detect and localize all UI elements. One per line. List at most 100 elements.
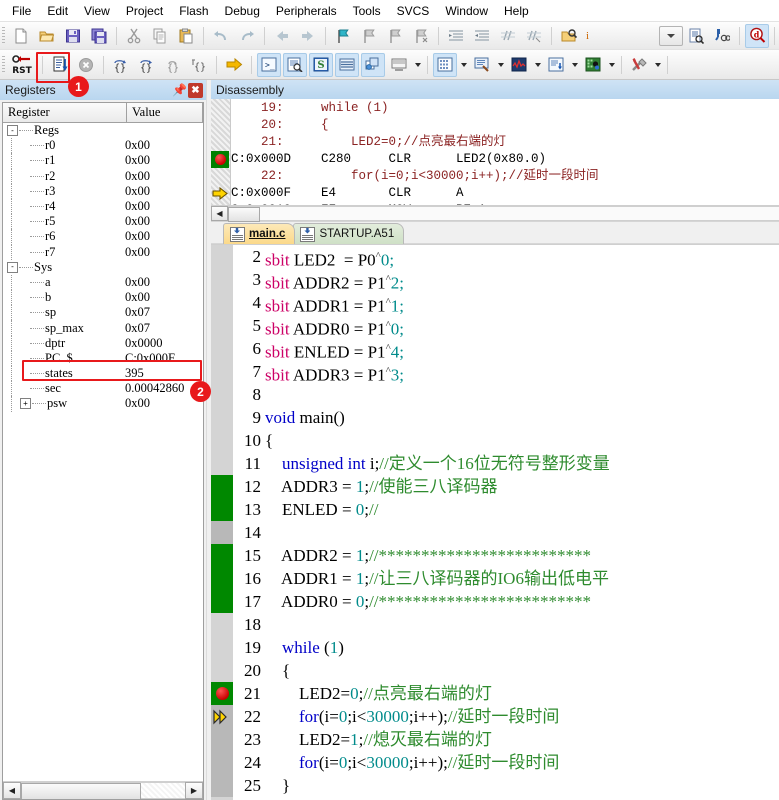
- register-row[interactable]: -Regs: [3, 123, 203, 138]
- pin-icon[interactable]: 📌: [172, 83, 186, 97]
- editor-code-line[interactable]: sbit ENLED = P1^4;: [265, 337, 779, 360]
- disassembly-instruction-line[interactable]: C:0x000D C280 CLR LED2(0x80.0): [231, 151, 779, 168]
- editor-code-area[interactable]: sbit LED2 = P0^0;sbit ADDR2 = P1^2;sbit …: [263, 245, 779, 800]
- system-viewer-dropdown-arrow[interactable]: [606, 54, 617, 76]
- open-file-icon[interactable]: [35, 24, 59, 48]
- toolbox-dropdown-arrow[interactable]: [652, 54, 663, 76]
- column-header-register[interactable]: Register: [3, 103, 127, 122]
- toolbox-button[interactable]: [627, 53, 651, 77]
- editor-code-line[interactable]: while (1): [265, 636, 779, 659]
- register-row[interactable]: r00x00: [3, 138, 203, 153]
- register-row[interactable]: r30x00: [3, 184, 203, 199]
- scroll-left-arrow[interactable]: ◀: [3, 782, 21, 799]
- editor-code-line[interactable]: LED2=0;//点亮最右端的灯: [265, 682, 779, 705]
- menu-item-view[interactable]: View: [76, 2, 118, 20]
- editor-code-line[interactable]: ADDR3 = 1;//使能三八译码器: [265, 475, 779, 498]
- bookmark-next-icon[interactable]: [383, 24, 407, 48]
- watch-windows-dropdown-arrow[interactable]: [412, 54, 423, 76]
- editor-breakpoint-margin[interactable]: [211, 245, 233, 800]
- disassembly-gutter[interactable]: [211, 99, 231, 205]
- menu-item-project[interactable]: Project: [118, 2, 171, 20]
- analysis-windows-button[interactable]: [507, 53, 531, 77]
- serial-windows-button[interactable]: [470, 53, 494, 77]
- editor-code-line[interactable]: unsigned int i;//定义一个16位无符号整形变量: [265, 452, 779, 475]
- indent-icon[interactable]: [444, 24, 468, 48]
- register-row[interactable]: r20x00: [3, 169, 203, 184]
- expand-icon[interactable]: +: [20, 398, 31, 409]
- step-into-button[interactable]: {}: [109, 53, 133, 77]
- editor-code-line[interactable]: {: [265, 659, 779, 682]
- stop-button[interactable]: [74, 53, 98, 77]
- editor-code-line[interactable]: sbit LED2 = P0^0;: [265, 245, 779, 268]
- memory-windows-dropdown-arrow[interactable]: [458, 54, 469, 76]
- copy-icon[interactable]: [148, 24, 172, 48]
- editor-executed-line-marker[interactable]: [211, 475, 233, 498]
- step-over-button[interactable]: {}: [135, 53, 159, 77]
- register-row[interactable]: r60x00: [3, 229, 203, 244]
- editor-code-line[interactable]: sbit ADDR3 = P1^3;: [265, 360, 779, 383]
- save-all-icon[interactable]: [87, 24, 111, 48]
- scroll-thumb[interactable]: [228, 207, 260, 222]
- toolbar-grip[interactable]: [2, 56, 5, 74]
- start-debug-session-icon[interactable]: d: [745, 24, 769, 48]
- editor-code-line-marker[interactable]: [211, 728, 233, 751]
- editor-code-line[interactable]: void main(): [265, 406, 779, 429]
- collapse-icon[interactable]: -: [7, 125, 18, 136]
- call-stack-window-button[interactable]: [361, 53, 385, 77]
- disassembly-source-line[interactable]: 20: {: [231, 117, 779, 134]
- bookmark-prev-icon[interactable]: [357, 24, 381, 48]
- menu-item-window[interactable]: Window: [437, 2, 496, 20]
- disassembly-window-button[interactable]: [283, 53, 307, 77]
- menu-item-peripherals[interactable]: Peripherals: [268, 2, 345, 20]
- bookmark-clear-icon[interactable]: [409, 24, 433, 48]
- register-row[interactable]: r70x00: [3, 245, 203, 260]
- open-include-icon[interactable]: [557, 24, 581, 48]
- register-row[interactable]: a0x00: [3, 275, 203, 290]
- scroll-thumb[interactable]: [21, 783, 141, 800]
- editor-executed-line-marker[interactable]: [211, 590, 233, 613]
- register-row[interactable]: sp_max0x07: [3, 320, 203, 335]
- scroll-track[interactable]: [21, 782, 185, 799]
- editor-code-line[interactable]: sbit ADDR1 = P1^1;: [265, 291, 779, 314]
- editor-executed-line-marker[interactable]: [211, 498, 233, 521]
- editor-code-line[interactable]: for(i=0;i<30000;i++);//延时一段时间: [265, 751, 779, 774]
- menu-item-tools[interactable]: Tools: [345, 2, 389, 20]
- memory-windows-button[interactable]: [433, 53, 457, 77]
- editor-tab-startup-a51[interactable]: STARTUP.A51: [293, 223, 404, 244]
- register-row[interactable]: dptr0x0000: [3, 336, 203, 351]
- toolbar-grip[interactable]: [2, 27, 5, 45]
- trace-windows-button[interactable]: [544, 53, 568, 77]
- navigate-forward-icon[interactable]: [296, 24, 320, 48]
- analysis-windows-dropdown-arrow[interactable]: [532, 54, 543, 76]
- undo-icon[interactable]: [209, 24, 233, 48]
- register-row[interactable]: r10x00: [3, 153, 203, 168]
- sec-register-row[interactable]: sec0.00042860: [3, 381, 203, 396]
- scroll-track[interactable]: [228, 206, 779, 221]
- cut-icon[interactable]: [122, 24, 146, 48]
- scroll-left-arrow[interactable]: ◀: [211, 206, 228, 221]
- bookmark-toggle-icon[interactable]: [331, 24, 355, 48]
- menu-item-flash[interactable]: Flash: [171, 2, 216, 20]
- register-row[interactable]: +psw0x00: [3, 396, 203, 411]
- editor-code-line[interactable]: [265, 521, 779, 544]
- register-row[interactable]: b0x00: [3, 290, 203, 305]
- editor-code-line[interactable]: LED2=1;//熄灭最右端的灯: [265, 728, 779, 751]
- registers-horizontal-scrollbar[interactable]: ◀ ▶: [3, 781, 203, 799]
- editor-code-line[interactable]: ENLED = 0;//: [265, 498, 779, 521]
- disassembly-program-counter-marker[interactable]: [211, 185, 229, 202]
- disassembly-horizontal-scrollbar[interactable]: ◀: [211, 206, 779, 222]
- register-row[interactable]: states395: [3, 366, 203, 381]
- run-button[interactable]: [48, 53, 72, 77]
- menu-item-debug[interactable]: Debug: [217, 2, 268, 20]
- register-row[interactable]: -Sys: [3, 260, 203, 275]
- menu-item-file[interactable]: File: [4, 2, 39, 20]
- disassembly-breakpoint-marker[interactable]: [211, 151, 229, 168]
- run-to-cursor-button[interactable]: {}: [187, 53, 211, 77]
- menu-item-svcs[interactable]: SVCS: [389, 2, 438, 20]
- editor-executed-line-marker[interactable]: [211, 544, 233, 567]
- disassembly-lines[interactable]: 19: while (1) 20: { 21: LED2=0;//点亮最右端的灯…: [231, 99, 779, 205]
- outdent-icon[interactable]: [470, 24, 494, 48]
- disassembly-source-line[interactable]: 21: LED2=0;//点亮最右端的灯: [231, 134, 779, 151]
- disassembly-instruction-line[interactable]: C:0x000F E4 CLR A: [231, 185, 779, 202]
- close-icon[interactable]: ✖: [188, 83, 203, 98]
